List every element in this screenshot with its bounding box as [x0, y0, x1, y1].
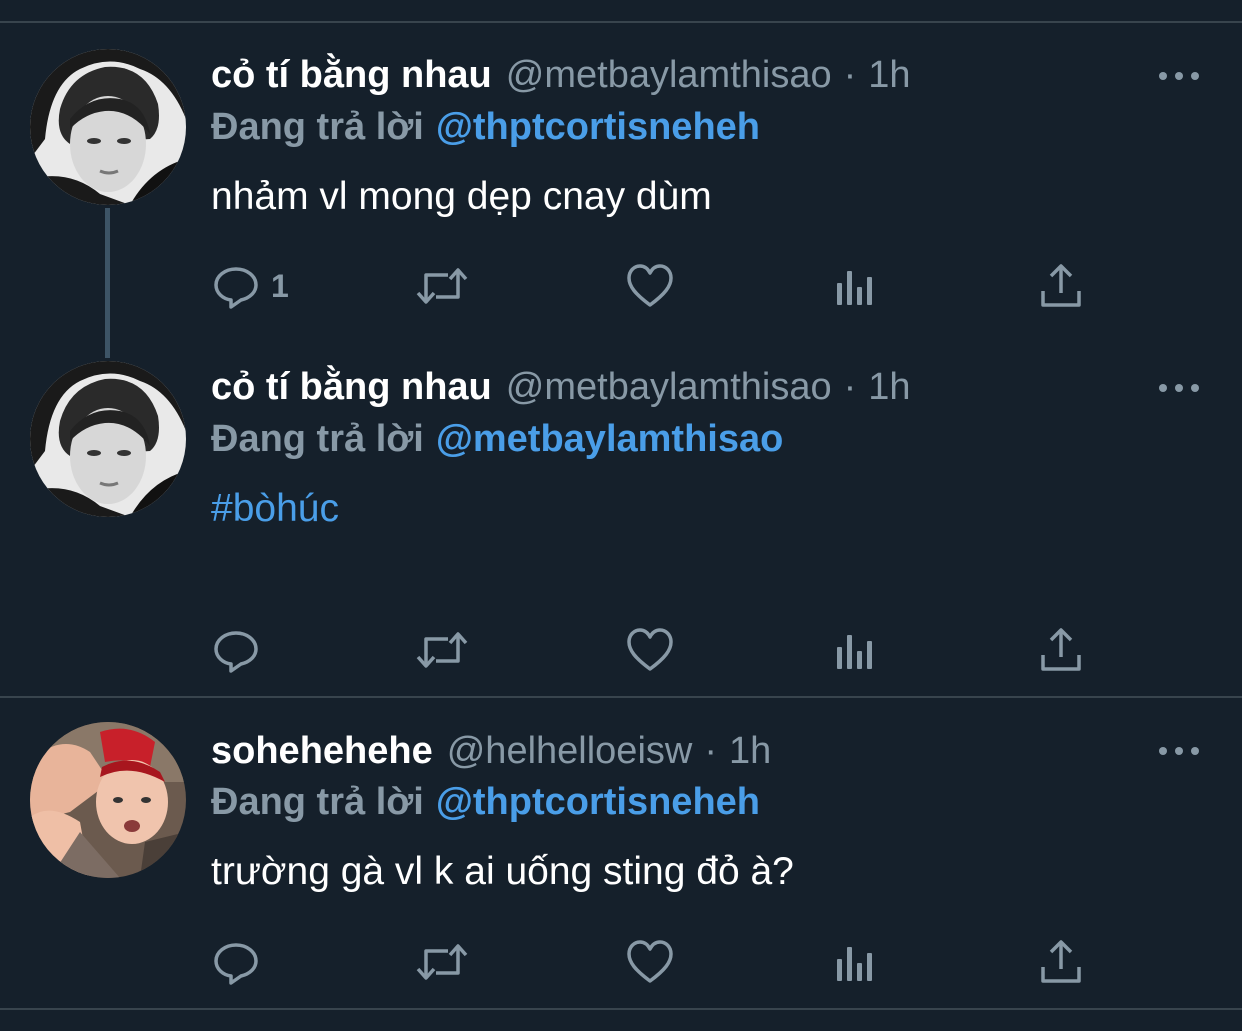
avatar-photo-icon — [30, 361, 186, 517]
tweet-1[interactable]: cỏ tí bằng nhau @metbaylamthisao · 1h Đa… — [0, 0, 1242, 340]
reply-icon — [214, 631, 258, 673]
like-icon — [627, 940, 673, 983]
avatar-tweet-1[interactable] — [30, 49, 186, 205]
retweet-icon — [416, 632, 468, 668]
like-button[interactable] — [625, 260, 675, 312]
timestamp[interactable]: 1h — [868, 362, 910, 412]
analytics-icon — [837, 947, 872, 981]
reply-count: 1 — [271, 267, 289, 304]
avatar-tweet-3[interactable] — [30, 722, 186, 878]
share-icon — [1041, 264, 1081, 307]
retweet-button[interactable] — [414, 936, 470, 988]
retweet-button[interactable] — [414, 624, 470, 676]
replying-to-handle[interactable]: @metbaylamthisao — [436, 418, 784, 460]
separator-dot: · — [704, 730, 717, 772]
avatar-tweet-2[interactable] — [30, 361, 186, 517]
more-icon[interactable] — [1156, 378, 1202, 398]
retweet-icon — [416, 268, 468, 304]
reply-button[interactable] — [211, 624, 261, 676]
more-icon[interactable] — [1156, 741, 1202, 761]
separator-dot: · — [843, 54, 857, 96]
analytics-button[interactable] — [833, 260, 877, 312]
like-icon — [627, 264, 673, 307]
separator-dot: · — [843, 366, 857, 408]
replying-to-handle[interactable]: @thptcortisneheh — [436, 781, 760, 823]
tweet-header: cỏ tí bằng nhau @metbaylamthisao · 1h — [211, 362, 911, 412]
like-icon — [627, 628, 673, 671]
reply-button[interactable]: 1 — [211, 260, 289, 312]
tweet-text: trường gà vl k ai uống sting đỏ à? — [211, 850, 794, 893]
bottom-divider — [0, 1008, 1242, 1010]
timestamp[interactable]: 1h — [868, 50, 910, 100]
share-button[interactable] — [1039, 624, 1083, 676]
user-handle[interactable]: @metbaylamthisao — [506, 362, 832, 412]
replying-to-label: Đang trả lời — [211, 106, 424, 148]
tweet-header: cỏ tí bằng nhau @metbaylamthisao · 1h — [211, 50, 911, 100]
share-icon — [1041, 628, 1081, 671]
analytics-icon — [837, 635, 872, 669]
tweet-header: sohehehehe @helhelloeisw · 1h — [211, 726, 771, 776]
avatar-photo-icon — [30, 722, 186, 878]
share-icon — [1041, 940, 1081, 983]
display-name[interactable]: cỏ tí bằng nhau — [211, 50, 492, 100]
tweet-3[interactable]: sohehehehe @helhelloeisw · 1h Đang trả l… — [0, 698, 1242, 1008]
analytics-button[interactable] — [833, 624, 877, 676]
replying-to: Đang trả lời @thptcortisneheh — [211, 777, 760, 827]
replying-to: Đang trả lời @thptcortisneheh — [211, 102, 760, 152]
display-name[interactable]: cỏ tí bằng nhau — [211, 362, 492, 412]
like-button[interactable] — [625, 624, 675, 676]
tweet-actions — [211, 624, 1111, 676]
retweet-icon — [416, 944, 468, 980]
replying-to-label: Đang trả lời — [211, 418, 424, 460]
timestamp[interactable]: 1h — [729, 726, 771, 776]
analytics-button[interactable] — [833, 936, 877, 988]
tweet-actions — [211, 936, 1111, 988]
user-handle[interactable]: @helhelloeisw — [447, 726, 693, 776]
hashtag-link[interactable]: #bòhúc — [211, 483, 339, 535]
more-icon[interactable] — [1156, 66, 1202, 86]
analytics-icon — [837, 271, 872, 305]
retweet-button[interactable] — [414, 260, 470, 312]
replying-to: Đang trả lời @metbaylamthisao — [211, 414, 783, 464]
reply-button[interactable] — [211, 936, 261, 988]
reply-icon — [214, 267, 258, 309]
share-button[interactable] — [1039, 260, 1083, 312]
display-name[interactable]: sohehehehe — [211, 726, 433, 776]
tweet-text: nhảm vl mong dẹp cnay dùm — [211, 175, 712, 218]
reply-icon — [214, 943, 258, 985]
tweet-2[interactable]: cỏ tí bằng nhau @metbaylamthisao · 1h Đa… — [0, 340, 1242, 696]
tweet-actions: 1 — [211, 260, 1111, 312]
share-button[interactable] — [1039, 936, 1083, 988]
user-handle[interactable]: @metbaylamthisao — [506, 50, 832, 100]
avatar-photo-icon — [30, 49, 186, 205]
like-button[interactable] — [625, 936, 675, 988]
replying-to-handle[interactable]: @thptcortisneheh — [436, 106, 760, 148]
replying-to-label: Đang trả lời — [211, 781, 424, 823]
